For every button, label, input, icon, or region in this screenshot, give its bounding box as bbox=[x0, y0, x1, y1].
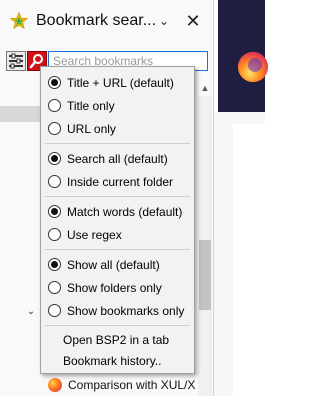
menu-item-label: Show folders only bbox=[67, 281, 162, 295]
menu-item-show-all[interactable]: Show all (default) bbox=[41, 255, 194, 275]
sidebar-title: Bookmark sear... bbox=[36, 12, 157, 29]
menu-item-label: Title only bbox=[67, 99, 115, 113]
firefox-logo-icon bbox=[238, 52, 268, 82]
menu-item-url-only[interactable]: URL only bbox=[41, 119, 194, 139]
menu-item-label: Use regex bbox=[67, 228, 122, 242]
filter-settings-icon bbox=[9, 53, 23, 69]
radio-icon bbox=[48, 281, 61, 294]
radio-icon bbox=[48, 175, 61, 188]
menu-item-label: Search all (default) bbox=[67, 152, 168, 166]
bookmark-item-label: Comparison with XUL/X bbox=[68, 378, 196, 392]
radio-checked-icon bbox=[48, 258, 61, 271]
menu-item-label: Inside current folder bbox=[67, 175, 174, 189]
star-icon bbox=[10, 12, 28, 30]
selected-row-highlight bbox=[0, 106, 42, 122]
menu-item-label: Open BSP2 in a tab bbox=[63, 333, 170, 347]
menu-item-label: Bookmark history.. bbox=[63, 354, 162, 368]
menu-item-bookmarks-only[interactable]: Show bookmarks only bbox=[41, 301, 194, 321]
firefox-favicon-icon bbox=[48, 378, 62, 392]
bookmark-item[interactable]: Comparison with XUL/X bbox=[48, 376, 195, 394]
close-icon[interactable]: ✕ bbox=[183, 10, 203, 32]
search-options-menu: Title + URL (default) Title only URL onl… bbox=[40, 66, 195, 374]
scroll-up-icon[interactable]: ▲ bbox=[199, 82, 211, 94]
scrollbar-thumb[interactable] bbox=[199, 240, 211, 310]
menu-item-bookmark-history[interactable]: Bookmark history.. bbox=[41, 351, 194, 371]
menu-item-search-all[interactable]: Search all (default) bbox=[41, 149, 194, 169]
radio-icon bbox=[48, 228, 61, 241]
menu-item-match-words[interactable]: Match words (default) bbox=[41, 202, 194, 222]
menu-item-inside-folder[interactable]: Inside current folder bbox=[41, 172, 194, 192]
menu-item-use-regex[interactable]: Use regex bbox=[41, 225, 194, 245]
radio-checked-icon bbox=[48, 76, 61, 89]
radio-checked-icon bbox=[48, 205, 61, 218]
menu-item-label: Title + URL (default) bbox=[67, 76, 174, 90]
menu-item-title-url[interactable]: Title + URL (default) bbox=[41, 73, 194, 93]
menu-separator bbox=[45, 143, 190, 144]
radio-checked-icon bbox=[48, 152, 61, 165]
browser-page bbox=[233, 124, 265, 396]
chevron-down-icon[interactable]: ⌄ bbox=[25, 306, 37, 318]
menu-separator bbox=[45, 325, 190, 326]
menu-item-open-in-tab[interactable]: Open BSP2 in a tab bbox=[41, 330, 194, 350]
radio-icon bbox=[48, 304, 61, 317]
menu-item-label: URL only bbox=[67, 122, 116, 136]
chevron-down-icon[interactable]: ⌄ bbox=[157, 12, 171, 30]
menu-item-folders-only[interactable]: Show folders only bbox=[41, 278, 194, 298]
menu-separator bbox=[45, 196, 190, 197]
menu-item-title-only[interactable]: Title only bbox=[41, 96, 194, 116]
menu-item-label: Show bookmarks only bbox=[67, 304, 185, 318]
filter-settings-button[interactable] bbox=[6, 51, 26, 71]
radio-icon bbox=[48, 99, 61, 112]
menu-item-label: Match words (default) bbox=[67, 205, 183, 219]
menu-separator bbox=[45, 249, 190, 250]
menu-item-label: Show all (default) bbox=[67, 258, 160, 272]
radio-icon bbox=[48, 122, 61, 135]
sidebar-header: Bookmark sear... ⌄ ✕ bbox=[0, 0, 214, 46]
